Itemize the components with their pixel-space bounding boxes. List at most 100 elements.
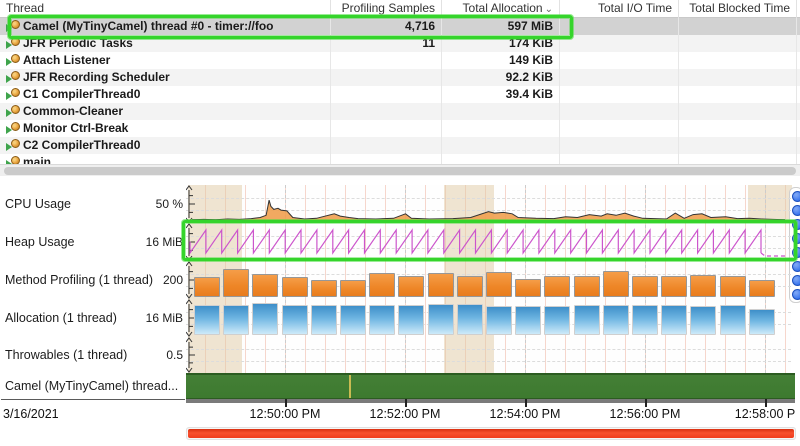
time-tick-mark — [405, 399, 407, 407]
allocation-chart-bar — [282, 305, 308, 335]
lane-value-axis — [186, 337, 198, 373]
method-profiling-chart-bar — [661, 276, 687, 297]
method-profiling-chart-bar — [690, 275, 716, 297]
value-cell: 174 KiB — [442, 35, 560, 52]
lane-axis-tick-label: 50 % — [156, 197, 183, 211]
allocation-chart-bar — [661, 305, 687, 335]
allocation-chart-bar — [690, 306, 716, 335]
thread-name-cell: C2 CompilerThread0 — [0, 137, 331, 154]
table-row[interactable]: Camel (MyTinyCamel) thread #0 - timer://… — [0, 18, 800, 35]
heap-usage-chart[interactable] — [186, 223, 791, 261]
time-axis-strip — [186, 399, 795, 403]
method-profiling-chart-bar — [603, 271, 629, 297]
table-row[interactable]: C1 CompilerThread039.4 KiB — [0, 86, 800, 103]
time-tick-label: 12:54:00 PM — [490, 407, 561, 421]
thread-name-cell: Common-Cleaner — [0, 103, 331, 120]
sort-descending-icon: ⌄ — [545, 4, 553, 15]
method-profiling-chart[interactable] — [186, 261, 791, 299]
horizontal-gridline — [186, 361, 791, 362]
cpu-usage-chart[interactable] — [186, 185, 791, 223]
lane-title: Throwables (1 thread) — [5, 348, 127, 362]
thread-icon — [6, 20, 21, 32]
range-navigator-track[interactable] — [186, 427, 796, 440]
lane-title: Method Profiling (1 thread) — [5, 273, 153, 287]
table-row[interactable]: Attach Listener149 KiB — [0, 52, 800, 69]
allocation-chart-bar — [398, 305, 424, 335]
date-label: 3/16/2021 — [3, 407, 59, 421]
lane-axis-tick-label: 16 MiB — [146, 311, 183, 325]
range-navigator-bar[interactable] — [188, 429, 794, 438]
value-cell — [442, 120, 560, 137]
method-profiling-chart-bar — [282, 277, 308, 298]
chart-zoom-button[interactable] — [792, 219, 800, 230]
value-cell — [679, 18, 797, 35]
value-cell — [560, 18, 679, 35]
lane-divider — [1, 399, 185, 400]
table-horizontal-scrollbar[interactable] — [0, 164, 800, 176]
heap-usage-series — [186, 223, 791, 261]
throwables-chart[interactable] — [186, 337, 791, 373]
column-header-profiling-samples[interactable]: Profiling Samples — [331, 0, 442, 18]
allocation-chart[interactable] — [186, 299, 791, 337]
value-cell — [560, 52, 679, 69]
table-row[interactable]: Monitor Ctrl-Break — [0, 120, 800, 137]
allocation-chart-bar — [311, 305, 337, 335]
value-cell — [331, 137, 442, 154]
chart-zoom-button[interactable] — [792, 205, 800, 216]
thread-name-cell: JFR Recording Scheduler — [0, 69, 331, 86]
value-cell — [442, 137, 560, 154]
lane-axis-tick-label: 200 — [163, 273, 183, 287]
chart-zoom-button[interactable] — [792, 247, 800, 258]
chart-zoom-button[interactable] — [792, 261, 800, 272]
thread-icon — [6, 71, 21, 83]
method-profiling-chart-bar — [515, 279, 541, 297]
allocation-chart-bar — [457, 304, 483, 335]
lane-label-method-profiling-1-thread: Method Profiling (1 thread) 200 — [0, 261, 186, 299]
thread-icon — [6, 37, 21, 49]
value-cell — [560, 103, 679, 120]
table-row[interactable]: C2 CompilerThread0 — [0, 137, 800, 154]
chart-zoom-button[interactable] — [792, 191, 800, 202]
table-row[interactable]: JFR Recording Scheduler92.2 KiB — [0, 69, 800, 86]
allocation-chart-bar — [340, 305, 366, 335]
thread-icon — [6, 139, 21, 151]
allocation-chart-bar — [223, 305, 249, 335]
value-cell — [679, 52, 797, 69]
allocation-chart-bar — [428, 304, 454, 335]
time-tick-mark — [285, 399, 287, 407]
value-cell — [331, 120, 442, 137]
chart-zoom-button[interactable] — [792, 289, 800, 300]
table-row[interactable]: JFR Periodic Tasks11174 KiB — [0, 35, 800, 52]
time-tick-label: 12:50:00 PM — [250, 407, 321, 421]
value-cell — [331, 69, 442, 86]
column-header-total-allocation[interactable]: Total Allocation⌄ — [442, 0, 560, 18]
chart-zoom-button[interactable] — [792, 233, 800, 244]
chart-zoom-button[interactable] — [792, 275, 800, 286]
allocation-chart-bar — [369, 305, 395, 335]
allocation-chart-bar — [515, 306, 541, 335]
value-cell — [679, 137, 797, 154]
allocation-chart-bar — [632, 305, 658, 335]
value-cell: 149 KiB — [442, 52, 560, 69]
value-cell — [560, 69, 679, 86]
method-profiling-chart-bar — [749, 280, 775, 297]
column-header-total-blocked-time[interactable]: Total Blocked Time — [679, 0, 797, 18]
value-cell — [331, 103, 442, 120]
method-profiling-chart-bar — [311, 280, 337, 297]
lane-label-throwables-1-thread: Throwables (1 thread)0.5 — [0, 337, 186, 373]
value-cell — [560, 35, 679, 52]
method-profiling-chart-bar — [194, 277, 220, 298]
cpu-usage-series — [186, 185, 791, 223]
time-tick-label: 12:52:00 PM — [370, 407, 441, 421]
camel-thread-span-chart[interactable] — [186, 373, 795, 399]
column-header-total-i/o-time[interactable]: Total I/O Time — [560, 0, 679, 18]
value-cell: 11 — [331, 35, 442, 52]
method-profiling-chart-bar — [428, 273, 454, 297]
column-header-thread[interactable]: Thread — [0, 0, 331, 18]
thread-icon — [6, 105, 21, 117]
table-scrollbar-thumb[interactable] — [4, 167, 796, 175]
value-cell: 39.4 KiB — [442, 86, 560, 103]
lane-axis-tick-label: 16 MiB — [146, 235, 183, 249]
table-row[interactable]: Common-Cleaner — [0, 103, 800, 120]
horizontal-gridline — [186, 349, 791, 350]
